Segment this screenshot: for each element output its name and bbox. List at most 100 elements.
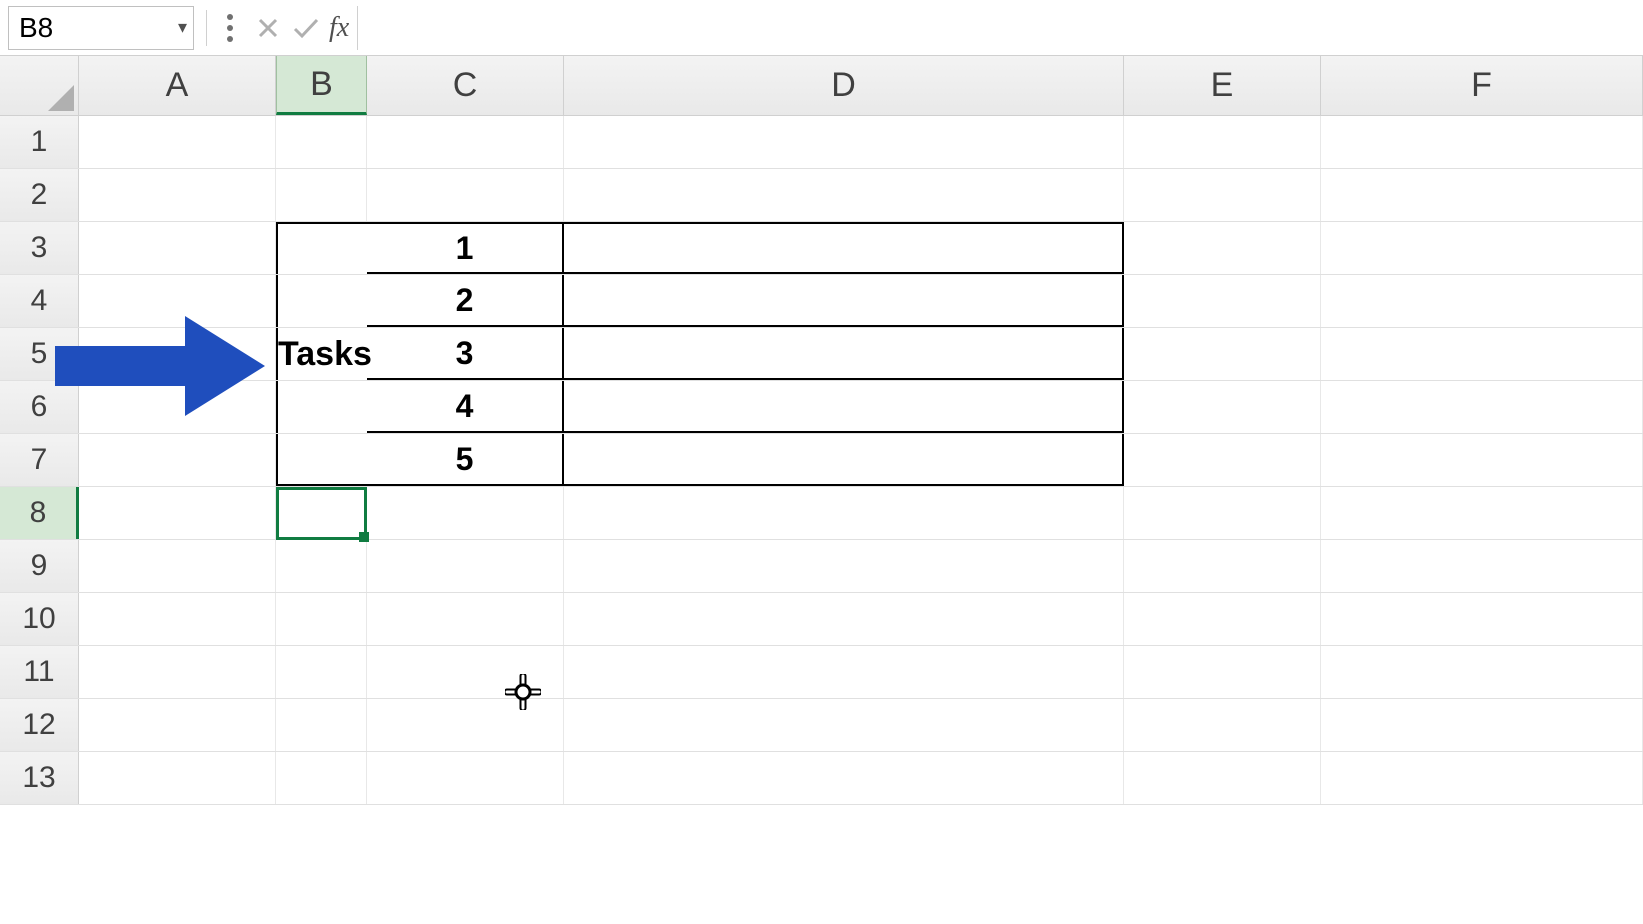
cell-E13[interactable] — [1124, 752, 1321, 804]
cell-F10[interactable] — [1321, 593, 1643, 645]
cell-A10[interactable] — [79, 593, 276, 645]
name-box[interactable]: B8 ▾ — [8, 6, 194, 50]
row-header-8[interactable]: 8 — [0, 487, 79, 539]
cell-D4[interactable] — [564, 275, 1124, 327]
cell-E9[interactable] — [1124, 540, 1321, 592]
cell-A11[interactable] — [79, 646, 276, 698]
row-header-13[interactable]: 13 — [0, 752, 79, 804]
cell-F9[interactable] — [1321, 540, 1643, 592]
cancel-icon[interactable] — [249, 7, 287, 49]
formula-input[interactable] — [357, 6, 1643, 50]
cell-B13[interactable] — [276, 752, 367, 804]
cell-D9[interactable] — [564, 540, 1124, 592]
name-box-dropdown-icon[interactable]: ▾ — [178, 17, 187, 38]
cell-B10[interactable] — [276, 593, 367, 645]
cell-D7[interactable] — [564, 434, 1124, 486]
cell-D8[interactable] — [564, 487, 1124, 539]
cell-A13[interactable] — [79, 752, 276, 804]
cell-F6[interactable] — [1321, 381, 1643, 433]
column-header-E[interactable]: E — [1124, 56, 1321, 115]
row-header-9[interactable]: 9 — [0, 540, 79, 592]
cell-C4[interactable]: 2 — [367, 275, 564, 327]
cell-B4[interactable] — [276, 275, 367, 327]
cell-B3[interactable] — [276, 222, 367, 274]
cell-C2[interactable] — [367, 169, 564, 221]
cell-C9[interactable] — [367, 540, 564, 592]
cell-E4[interactable] — [1124, 275, 1321, 327]
cell-C5[interactable]: 3 — [367, 328, 564, 380]
row-header-12[interactable]: 12 — [0, 699, 79, 751]
select-all-triangle[interactable] — [0, 56, 79, 115]
column-header-C[interactable]: C — [367, 56, 564, 115]
cell-B12[interactable] — [276, 699, 367, 751]
cell-A1[interactable] — [79, 116, 276, 168]
cell-E1[interactable] — [1124, 116, 1321, 168]
cell-E7[interactable] — [1124, 434, 1321, 486]
cell-B1[interactable] — [276, 116, 367, 168]
row-header-1[interactable]: 1 — [0, 116, 79, 168]
cell-D3[interactable] — [564, 222, 1124, 274]
cell-E12[interactable] — [1124, 699, 1321, 751]
cell-C13[interactable] — [367, 752, 564, 804]
cell-cursor-icon — [505, 674, 541, 715]
cell-D1[interactable] — [564, 116, 1124, 168]
cell-D6[interactable] — [564, 381, 1124, 433]
cell-A7[interactable] — [79, 434, 276, 486]
cell-E3[interactable] — [1124, 222, 1321, 274]
column-header-D[interactable]: D — [564, 56, 1124, 115]
cell-C3[interactable]: 1 — [367, 222, 564, 274]
cell-A12[interactable] — [79, 699, 276, 751]
cell-A9[interactable] — [79, 540, 276, 592]
cell-E5[interactable] — [1124, 328, 1321, 380]
cell-D10[interactable] — [564, 593, 1124, 645]
row-header-10[interactable]: 10 — [0, 593, 79, 645]
row-header-2[interactable]: 2 — [0, 169, 79, 221]
cell-D2[interactable] — [564, 169, 1124, 221]
divider — [206, 10, 207, 46]
cell-F12[interactable] — [1321, 699, 1643, 751]
cell-D5[interactable] — [564, 328, 1124, 380]
cell-F4[interactable] — [1321, 275, 1643, 327]
cell-A8[interactable] — [79, 487, 276, 539]
cell-E10[interactable] — [1124, 593, 1321, 645]
cell-C1[interactable] — [367, 116, 564, 168]
row-header-7[interactable]: 7 — [0, 434, 79, 486]
cell-B5[interactable]: Tasks — [276, 328, 367, 380]
three-dots-icon[interactable] — [211, 7, 249, 49]
cell-B9[interactable] — [276, 540, 367, 592]
arrow-annotation[interactable] — [55, 316, 275, 421]
row-header-11[interactable]: 11 — [0, 646, 79, 698]
column-header-F[interactable]: F — [1321, 56, 1643, 115]
cell-D12[interactable] — [564, 699, 1124, 751]
cell-A3[interactable] — [79, 222, 276, 274]
cell-F2[interactable] — [1321, 169, 1643, 221]
cell-B6[interactable] — [276, 381, 367, 433]
column-header-B[interactable]: B — [276, 56, 367, 115]
cell-E2[interactable] — [1124, 169, 1321, 221]
cell-B7[interactable] — [276, 434, 367, 486]
cell-B2[interactable] — [276, 169, 367, 221]
cell-F3[interactable] — [1321, 222, 1643, 274]
cell-C10[interactable] — [367, 593, 564, 645]
cell-F11[interactable] — [1321, 646, 1643, 698]
cell-F7[interactable] — [1321, 434, 1643, 486]
enter-icon[interactable] — [287, 7, 325, 49]
fx-icon[interactable]: fx — [325, 12, 357, 44]
cell-D13[interactable] — [564, 752, 1124, 804]
cell-F5[interactable] — [1321, 328, 1643, 380]
cell-C7[interactable]: 5 — [367, 434, 564, 486]
cell-C8[interactable] — [367, 487, 564, 539]
cell-E6[interactable] — [1124, 381, 1321, 433]
column-header-A[interactable]: A — [79, 56, 276, 115]
cell-F13[interactable] — [1321, 752, 1643, 804]
cell-A2[interactable] — [79, 169, 276, 221]
cell-B11[interactable] — [276, 646, 367, 698]
cell-F1[interactable] — [1321, 116, 1643, 168]
row-header-3[interactable]: 3 — [0, 222, 79, 274]
cell-C6[interactable]: 4 — [367, 381, 564, 433]
cell-F8[interactable] — [1321, 487, 1643, 539]
cell-E11[interactable] — [1124, 646, 1321, 698]
cell-E8[interactable] — [1124, 487, 1321, 539]
cell-D11[interactable] — [564, 646, 1124, 698]
cell-B8[interactable] — [276, 487, 367, 539]
